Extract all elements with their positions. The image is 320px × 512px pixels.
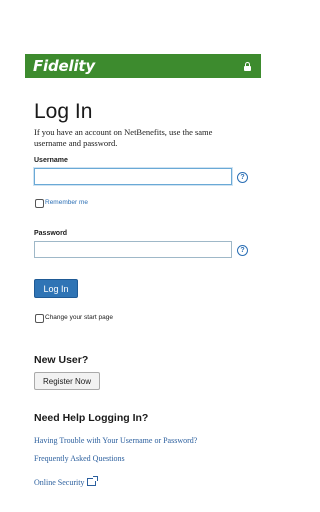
remember-me-checkbox[interactable] <box>35 199 44 208</box>
remember-me-label[interactable]: Remember me <box>45 199 88 206</box>
new-user-heading: New User? <box>34 354 89 366</box>
intro-text: If you have an account on NetBenefits, u… <box>34 127 213 148</box>
brand-header: Fidelity <box>25 54 261 78</box>
change-start-page-label[interactable]: Change your start page <box>45 314 113 321</box>
trouble-username-password-link[interactable]: Having Trouble with Your Username or Pas… <box>34 436 197 445</box>
faq-link[interactable]: Frequently Asked Questions <box>34 454 125 463</box>
external-link-icon <box>87 476 99 486</box>
password-help-icon[interactable]: ? <box>237 245 248 256</box>
help-heading: Need Help Logging In? <box>34 412 149 424</box>
page-title: Log In <box>34 100 93 123</box>
online-security-link-wrap[interactable]: Online Security <box>34 472 99 490</box>
username-input[interactable] <box>34 168 232 185</box>
online-security-link[interactable]: Online Security <box>34 478 84 487</box>
register-now-button[interactable]: Register Now <box>34 372 100 390</box>
password-label: Password <box>34 230 68 237</box>
lock-icon <box>244 61 251 71</box>
fidelity-logo[interactable]: Fidelity <box>33 57 95 75</box>
username-label: Username <box>34 157 68 164</box>
password-input[interactable] <box>34 241 232 258</box>
login-button[interactable]: Log In <box>34 279 78 298</box>
username-help-icon[interactable]: ? <box>237 172 248 183</box>
change-start-page-checkbox[interactable] <box>35 314 44 323</box>
